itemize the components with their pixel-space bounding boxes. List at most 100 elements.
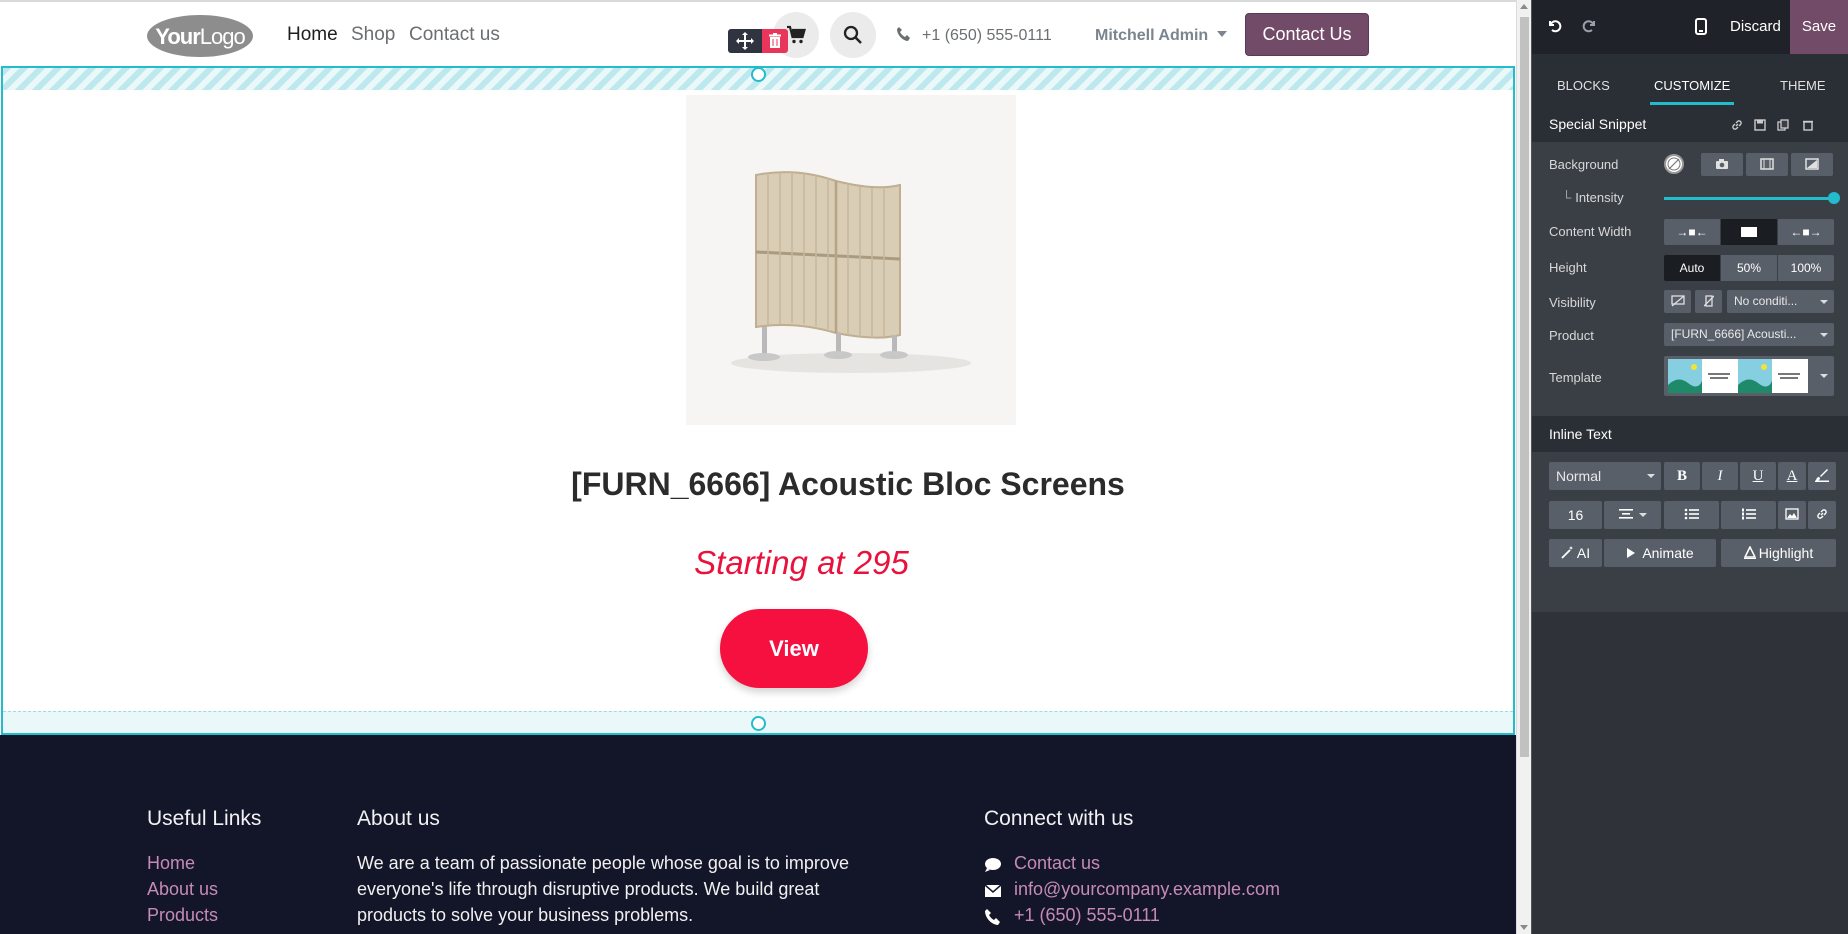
- background-gradient-button[interactable]: [1791, 153, 1833, 176]
- camera-icon: [1716, 159, 1728, 169]
- visibility-condition-select[interactable]: No conditi...: [1727, 290, 1834, 313]
- background-image-button[interactable]: [1701, 153, 1743, 176]
- link-icon[interactable]: [1731, 119, 1743, 131]
- trash-icon[interactable]: [1802, 119, 1814, 131]
- footer-phone-link[interactable]: +1 (650) 555-0111: [1014, 905, 1160, 926]
- align-select[interactable]: [1604, 501, 1661, 529]
- tab-customize[interactable]: CUSTOMIZE: [1654, 78, 1730, 93]
- animate-button[interactable]: Animate: [1604, 539, 1716, 567]
- resize-handle-top[interactable]: [751, 67, 766, 82]
- product-select-value: [FURN_6666] Acousti...: [1671, 327, 1797, 341]
- footer-about-text: We are a team of passionate people whose…: [357, 853, 849, 925]
- editor-topbar: Discard Save: [1532, 0, 1848, 54]
- editor-panel: Discard Save BLOCKS CUSTOMIZE THEME Spec…: [1532, 0, 1848, 934]
- scroll-up-arrow-icon[interactable]: [1520, 4, 1528, 9]
- content-width-full-button[interactable]: ←■→: [1778, 219, 1834, 245]
- insert-media-button[interactable]: [1778, 501, 1806, 529]
- footer-contact-us-link[interactable]: Contact us: [1014, 853, 1100, 874]
- trash-icon: [769, 33, 781, 48]
- mobile-preview-icon[interactable]: [1695, 18, 1707, 35]
- scrollbar-thumb[interactable]: [1520, 17, 1529, 757]
- text-style-select[interactable]: Normal: [1549, 462, 1661, 490]
- duplicate-icon[interactable]: [1777, 119, 1789, 131]
- height-50-button[interactable]: 50%: [1721, 255, 1777, 281]
- film-icon: [1760, 158, 1774, 170]
- special-snippet-section-header: Special Snippet: [1532, 106, 1848, 142]
- redo-icon[interactable]: [1582, 18, 1598, 34]
- product-select[interactable]: [FURN_6666] Acousti...: [1664, 323, 1834, 346]
- background-color-swatch[interactable]: [1664, 154, 1684, 174]
- scroll-down-arrow-icon[interactable]: [1520, 925, 1528, 930]
- underline-button[interactable]: U: [1740, 462, 1776, 490]
- user-menu[interactable]: Mitchell Admin: [1095, 27, 1228, 45]
- special-snippet-title: Special Snippet: [1549, 116, 1647, 132]
- list-ol-icon: [1741, 508, 1756, 520]
- bullet-list-button[interactable]: [1664, 501, 1719, 529]
- italic-button[interactable]: I: [1702, 462, 1738, 490]
- undo-icon[interactable]: [1546, 18, 1562, 34]
- nav-shop[interactable]: Shop: [351, 24, 395, 46]
- bold-button[interactable]: B: [1664, 462, 1700, 490]
- phone-icon: [985, 909, 1000, 925]
- footer-link-home[interactable]: Home: [147, 853, 195, 874]
- search-icon: [843, 25, 862, 44]
- header-phone-text: +1 (650) 555-0111: [922, 27, 1052, 44]
- content-width-regular-button[interactable]: [1721, 219, 1777, 245]
- logo-text-thin: Logo: [199, 24, 246, 49]
- footer-useful-links-title: Useful Links: [147, 807, 262, 830]
- font-size-input[interactable]: 16: [1549, 501, 1602, 529]
- background-video-button[interactable]: [1746, 153, 1788, 176]
- play-icon: [1627, 548, 1636, 558]
- content-width-small-button[interactable]: →■←: [1664, 219, 1720, 245]
- hide-desktop-button[interactable]: [1664, 290, 1691, 313]
- footer-link-products[interactable]: Products: [147, 905, 218, 926]
- link-icon: [1817, 509, 1827, 519]
- font-color-button[interactable]: A: [1778, 462, 1806, 490]
- chevron-down-icon: [1820, 333, 1828, 337]
- nav-contact-us[interactable]: Contact us: [409, 24, 500, 46]
- view-product-button[interactable]: View: [720, 609, 868, 688]
- page-scrollbar[interactable]: [1516, 0, 1531, 934]
- move-snippet-button[interactable]: [728, 29, 762, 53]
- resize-handle-bottom[interactable]: [751, 716, 766, 731]
- user-name: Mitchell Admin: [1095, 27, 1209, 44]
- product-image[interactable]: [686, 95, 1016, 425]
- height-100-button[interactable]: 100%: [1778, 255, 1834, 281]
- hide-mobile-button[interactable]: [1695, 290, 1722, 313]
- magic-wand-icon: [1561, 546, 1573, 559]
- header-phone[interactable]: +1 (650) 555-0111: [896, 26, 1052, 45]
- text-style-value: Normal: [1556, 468, 1602, 484]
- highlight-icon: [1743, 545, 1756, 560]
- insert-link-button[interactable]: [1808, 501, 1836, 529]
- visibility-condition-value: No conditi...: [1734, 294, 1798, 308]
- height-auto-button[interactable]: Auto: [1664, 255, 1720, 281]
- search-button[interactable]: [830, 12, 876, 58]
- site-logo[interactable]: YourLogo: [147, 15, 253, 57]
- delete-snippet-button[interactable]: [762, 29, 788, 53]
- ai-label: AI: [1576, 545, 1591, 561]
- editor-tabs: BLOCKS CUSTOMIZE THEME: [1532, 54, 1848, 106]
- image-icon: [1785, 508, 1799, 520]
- nav-home[interactable]: Home: [287, 24, 338, 46]
- template-select[interactable]: [1664, 356, 1834, 396]
- save-button[interactable]: Save: [1790, 0, 1848, 54]
- intensity-label: └ Intensity: [1562, 190, 1624, 205]
- special-snippet-selected[interactable]: [FURN_6666] Acoustic Bloc Screens Starti…: [1, 66, 1515, 735]
- intensity-slider-knob[interactable]: [1828, 192, 1840, 204]
- numbered-list-button[interactable]: [1721, 501, 1776, 529]
- intensity-slider[interactable]: [1664, 197, 1834, 200]
- ai-button[interactable]: AI: [1549, 539, 1602, 567]
- footer-email-link[interactable]: info@yourcompany.example.com: [1014, 879, 1280, 900]
- contact-us-button[interactable]: Contact Us: [1245, 13, 1369, 56]
- no-color-icon: [1667, 157, 1681, 171]
- discard-button[interactable]: Discard: [1730, 18, 1781, 35]
- product-label: Product: [1549, 328, 1594, 343]
- background-label: Background: [1549, 157, 1619, 172]
- highlight-button[interactable]: Highlight: [1721, 539, 1836, 567]
- phone-icon: [897, 27, 910, 41]
- tab-blocks[interactable]: BLOCKS: [1557, 78, 1610, 93]
- tab-theme[interactable]: THEME: [1780, 78, 1826, 93]
- save-snippet-icon[interactable]: [1754, 119, 1766, 131]
- highlight-color-button[interactable]: [1808, 462, 1836, 490]
- footer-link-about-us[interactable]: About us: [147, 879, 218, 900]
